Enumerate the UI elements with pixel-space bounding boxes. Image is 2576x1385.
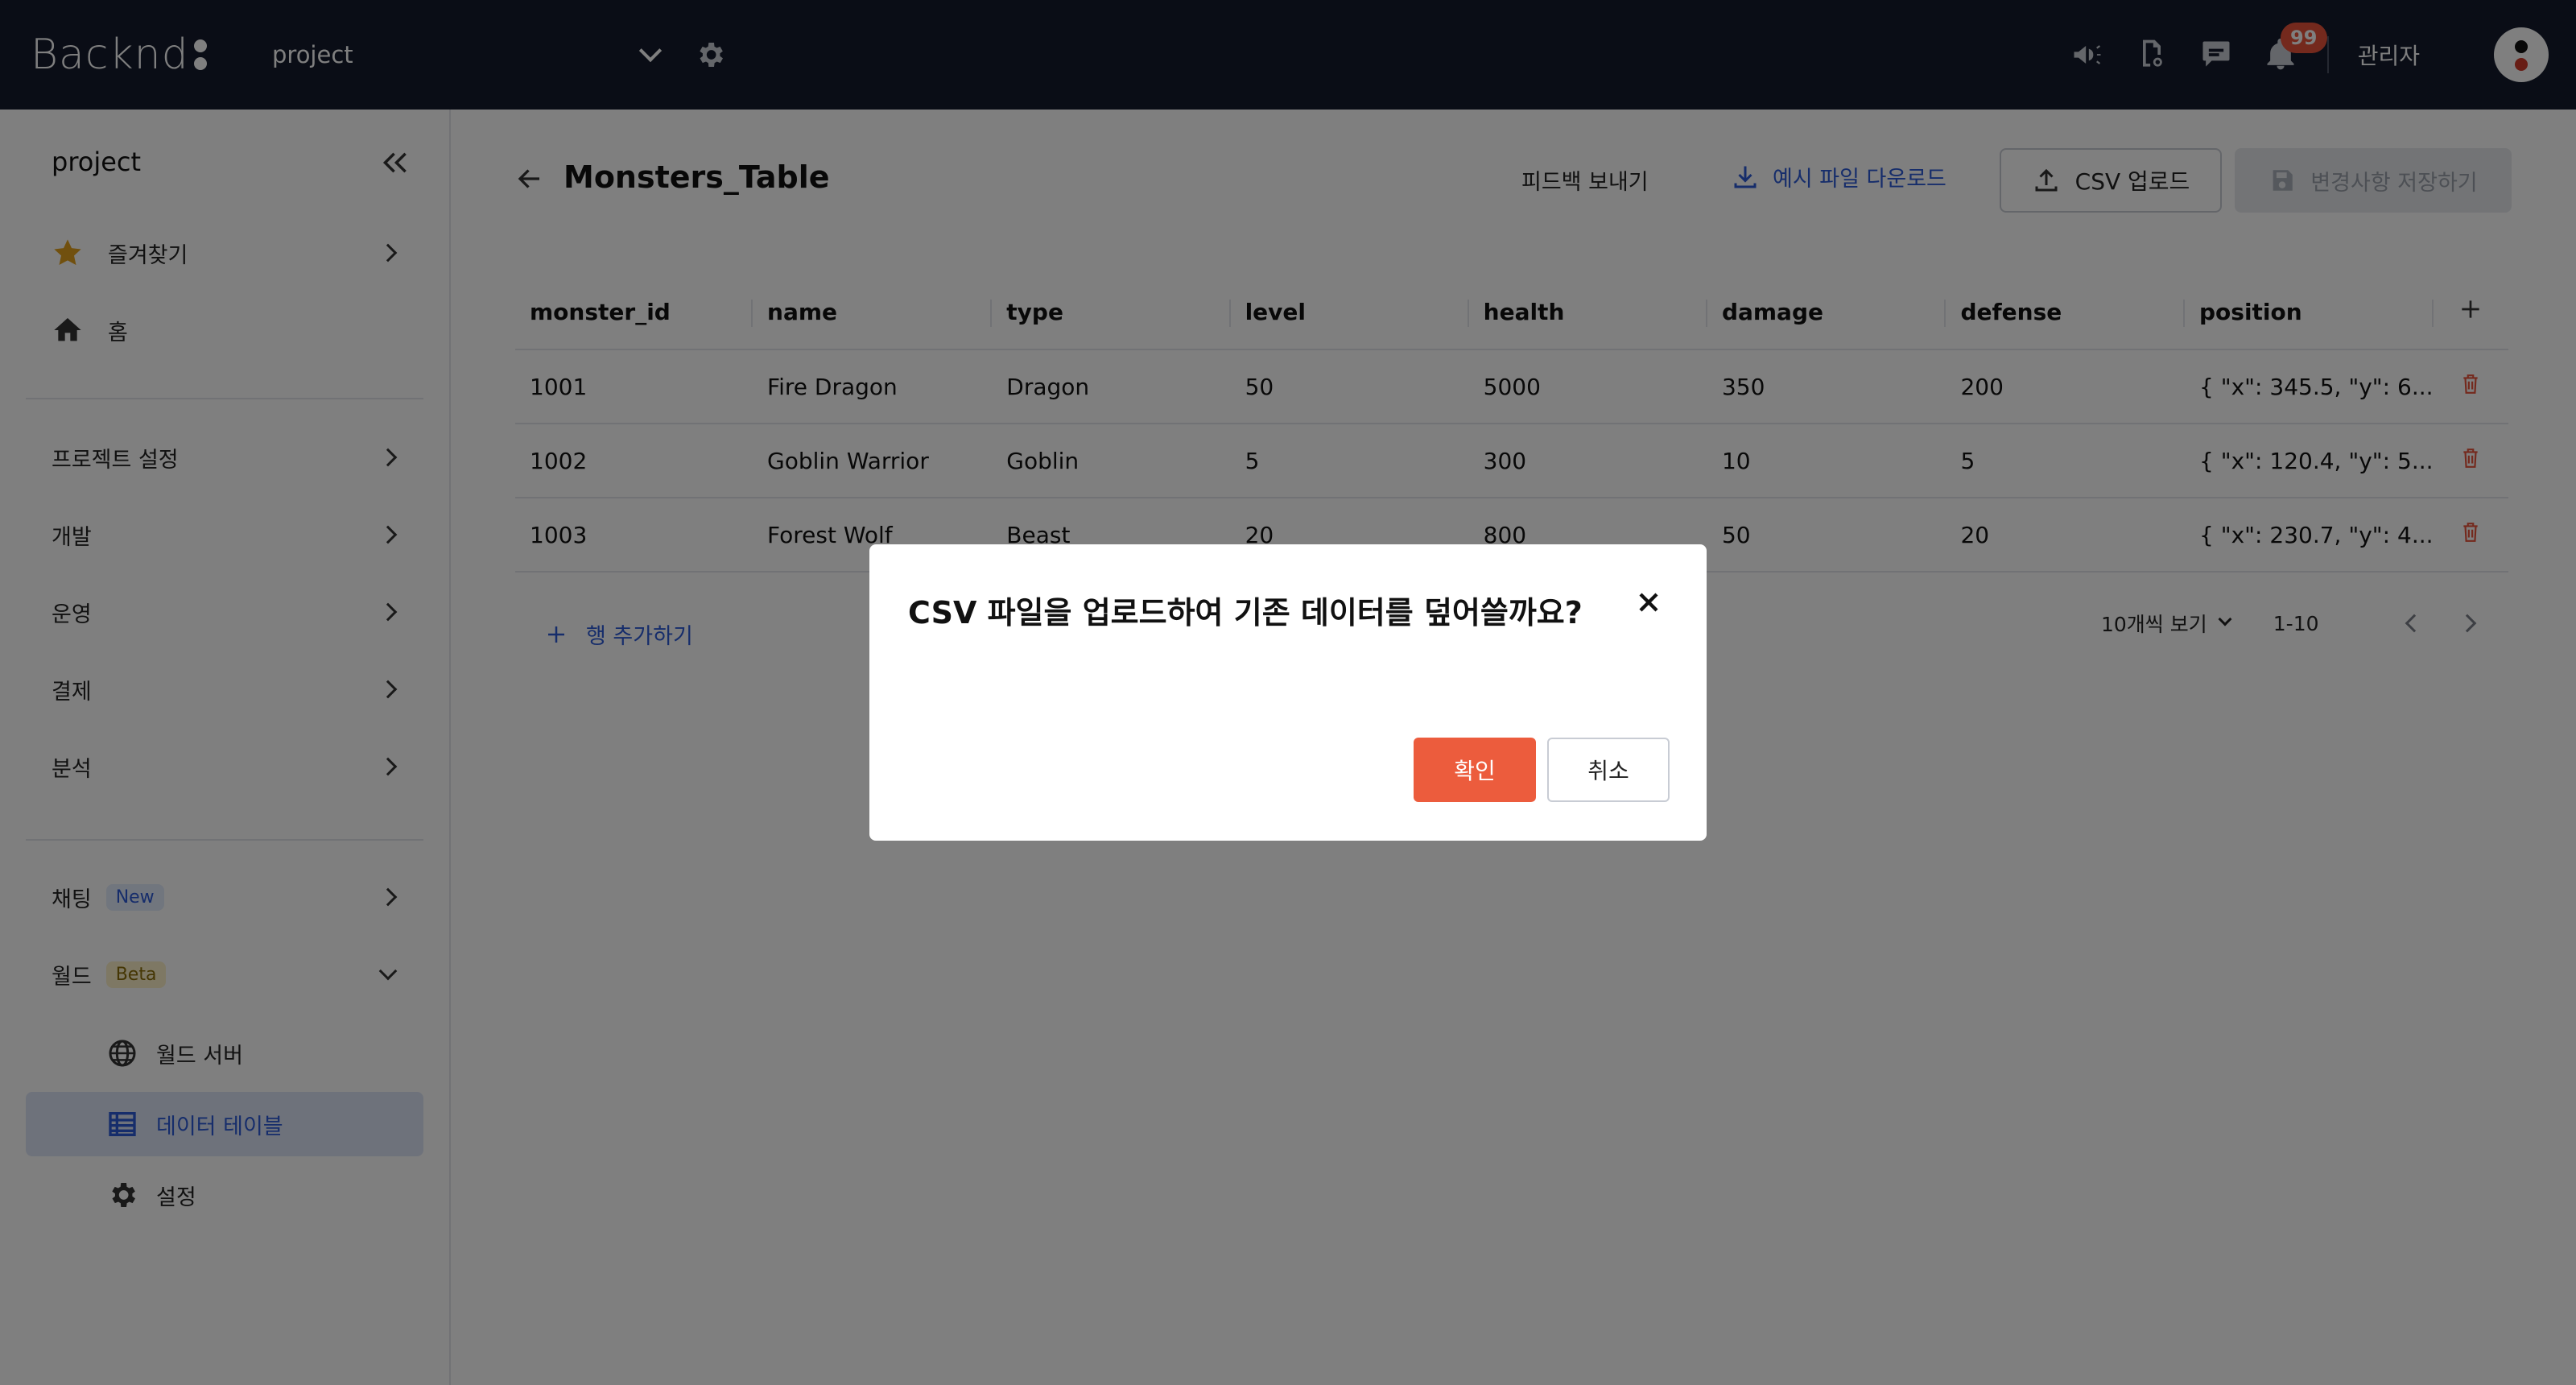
confirm-dialog: CSV 파일을 업로드하여 기존 데이터를 덮어쓸까요? 확인 취소	[869, 544, 1707, 841]
cancel-button[interactable]: 취소	[1547, 738, 1670, 802]
dialog-title: CSV 파일을 업로드하여 기존 데이터를 덮어쓸까요?	[908, 595, 1583, 630]
close-icon[interactable]	[1633, 586, 1665, 618]
confirm-button[interactable]: 확인	[1414, 738, 1536, 802]
